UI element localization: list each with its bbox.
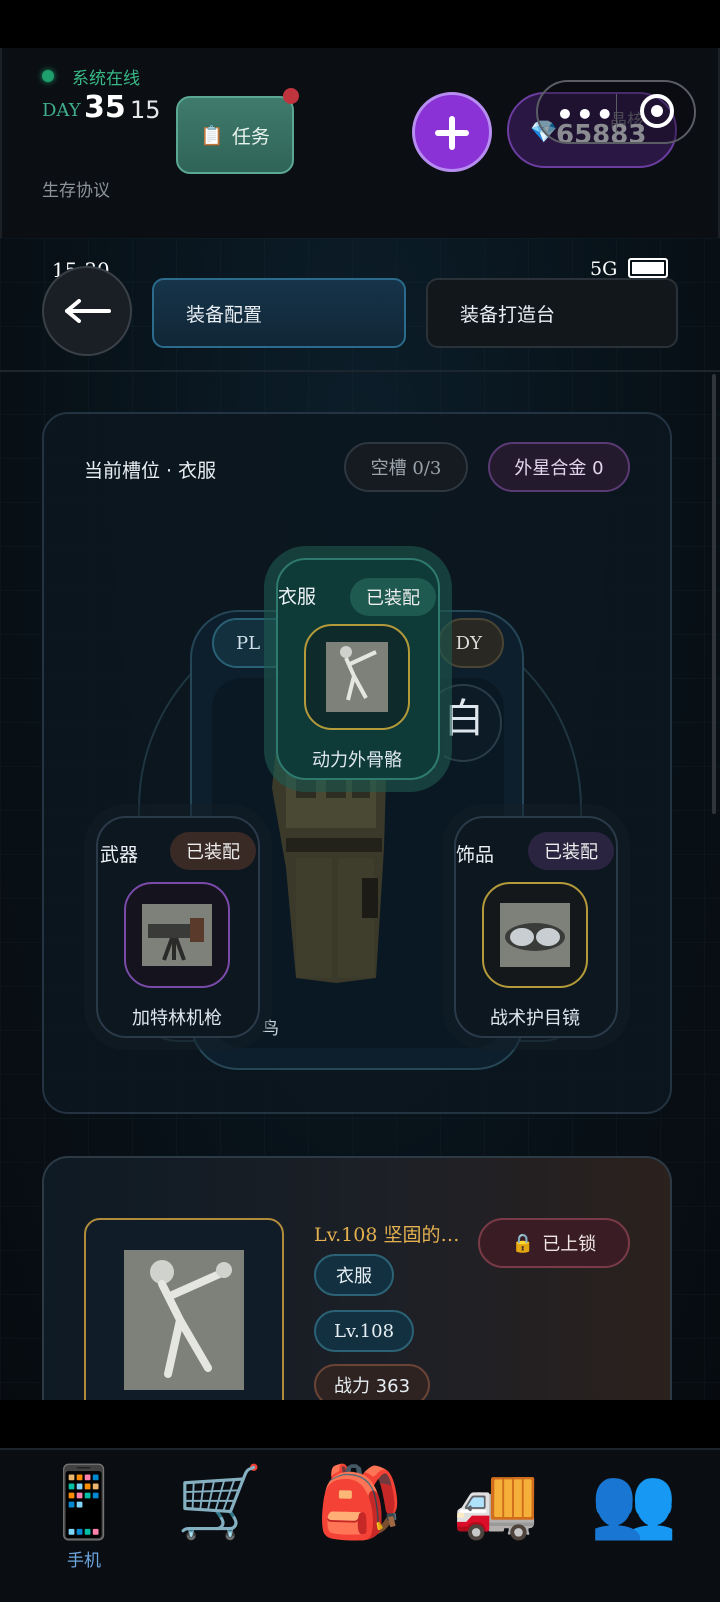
people-icon: 👥	[590, 1461, 678, 1543]
exoskeleton-icon	[326, 642, 388, 712]
backpack-icon: 🎒	[316, 1461, 404, 1543]
slot-weapon[interactable]: 武器 已装配 加特林机枪	[96, 816, 260, 1038]
name-partial-char: 鸟	[262, 1019, 279, 1039]
add-button[interactable]	[412, 92, 492, 172]
top-black-bar	[0, 0, 720, 48]
ready-pill: DY	[438, 618, 504, 668]
slot-clothes-item-name: 动力外骨骼	[312, 750, 402, 771]
nav-truck[interactable]: 🚚	[446, 1460, 546, 1570]
clipboard-icon: 📋	[200, 124, 224, 147]
close-capsule-icon[interactable]	[640, 94, 674, 128]
slot-clothes[interactable]: 衣服 已装配 动力外骨骼	[276, 558, 440, 780]
nav-backpack[interactable]: 🎒	[310, 1460, 410, 1570]
nav-phone[interactable]: 📱 手机	[34, 1460, 134, 1571]
slot-clothes-icon-ring	[304, 624, 410, 730]
online-status-dot	[42, 70, 54, 82]
slot-accessory-label: 饰品	[456, 844, 495, 866]
slot-accessory-badge: 已装配	[528, 832, 614, 870]
slot-weapon-icon-ring	[124, 882, 230, 988]
battery-icon	[628, 258, 668, 278]
phone-icon: 📱	[40, 1461, 128, 1543]
arrow-left-icon	[65, 299, 111, 323]
slot-weapon-item-name: 加特林机枪	[132, 1008, 222, 1029]
protocol-label: 生存协议	[42, 181, 110, 201]
lock-button[interactable]: 🔒 已上锁	[478, 1218, 630, 1268]
task-notification-dot	[283, 88, 299, 104]
truck-icon: 🚚	[452, 1461, 540, 1543]
network-indicator: 5G	[590, 258, 618, 280]
scrollbar[interactable]	[712, 374, 716, 814]
nav-shop[interactable]: 🛒	[170, 1460, 270, 1570]
tab-forge[interactable]: 装备打造台	[426, 278, 678, 348]
slot-accessory[interactable]: 饰品 已装配 战术护目镜	[454, 816, 618, 1038]
cart-icon: 🛒	[176, 1461, 264, 1543]
slot-clothes-badge: 已装配	[350, 578, 436, 616]
exoskeleton-large-icon	[124, 1250, 244, 1390]
day-number: 35	[84, 90, 126, 125]
item-detail-title: Lv.108 坚固的…	[314, 1224, 460, 1246]
gatling-gun-icon	[142, 904, 212, 966]
tab-equipment-config[interactable]: 装备配置	[152, 278, 406, 348]
alien-alloy-pill: 外星合金 0	[488, 442, 630, 492]
more-icon[interactable]: •••	[556, 98, 616, 131]
tag-power: 战力 363	[314, 1364, 430, 1400]
screen-bottom-bar	[0, 1400, 720, 1448]
slot-weapon-badge: 已装配	[170, 832, 256, 870]
slot-clothes-label: 衣服	[278, 586, 317, 608]
task-label: 任务	[231, 125, 270, 148]
online-status-text: 系统在线	[72, 69, 140, 89]
goggles-icon	[500, 903, 570, 967]
day-label: DAY	[42, 100, 81, 121]
capsule-divider	[616, 94, 617, 132]
current-slot-title: 当前槽位 · 衣服	[84, 460, 217, 482]
lock-icon: 🔒	[511, 1232, 535, 1254]
phone-screen: 15:30 5G 装备配置 装备打造台 当前槽位 · 衣服 空槽 0/3 外星合…	[0, 238, 720, 1400]
back-button[interactable]	[42, 266, 132, 356]
task-button[interactable]: 📋 任务	[176, 96, 294, 174]
slot-weapon-label: 武器	[100, 844, 139, 866]
empty-slots-pill: 空槽 0/3	[344, 442, 468, 492]
name-badge-char: 白	[444, 696, 484, 742]
slot-accessory-icon-ring	[482, 882, 588, 988]
header-divider	[0, 370, 720, 372]
nav-social[interactable]: 👥	[584, 1460, 684, 1570]
slot-accessory-item-name: 战术护目镜	[490, 1008, 580, 1029]
tag-slot-type: 衣服	[314, 1254, 394, 1296]
day-sub-number: 15	[130, 96, 161, 124]
nav-phone-label: 手机	[67, 1551, 101, 1571]
tag-level: Lv.108	[314, 1310, 414, 1352]
lock-label: 已上锁	[542, 1234, 597, 1255]
